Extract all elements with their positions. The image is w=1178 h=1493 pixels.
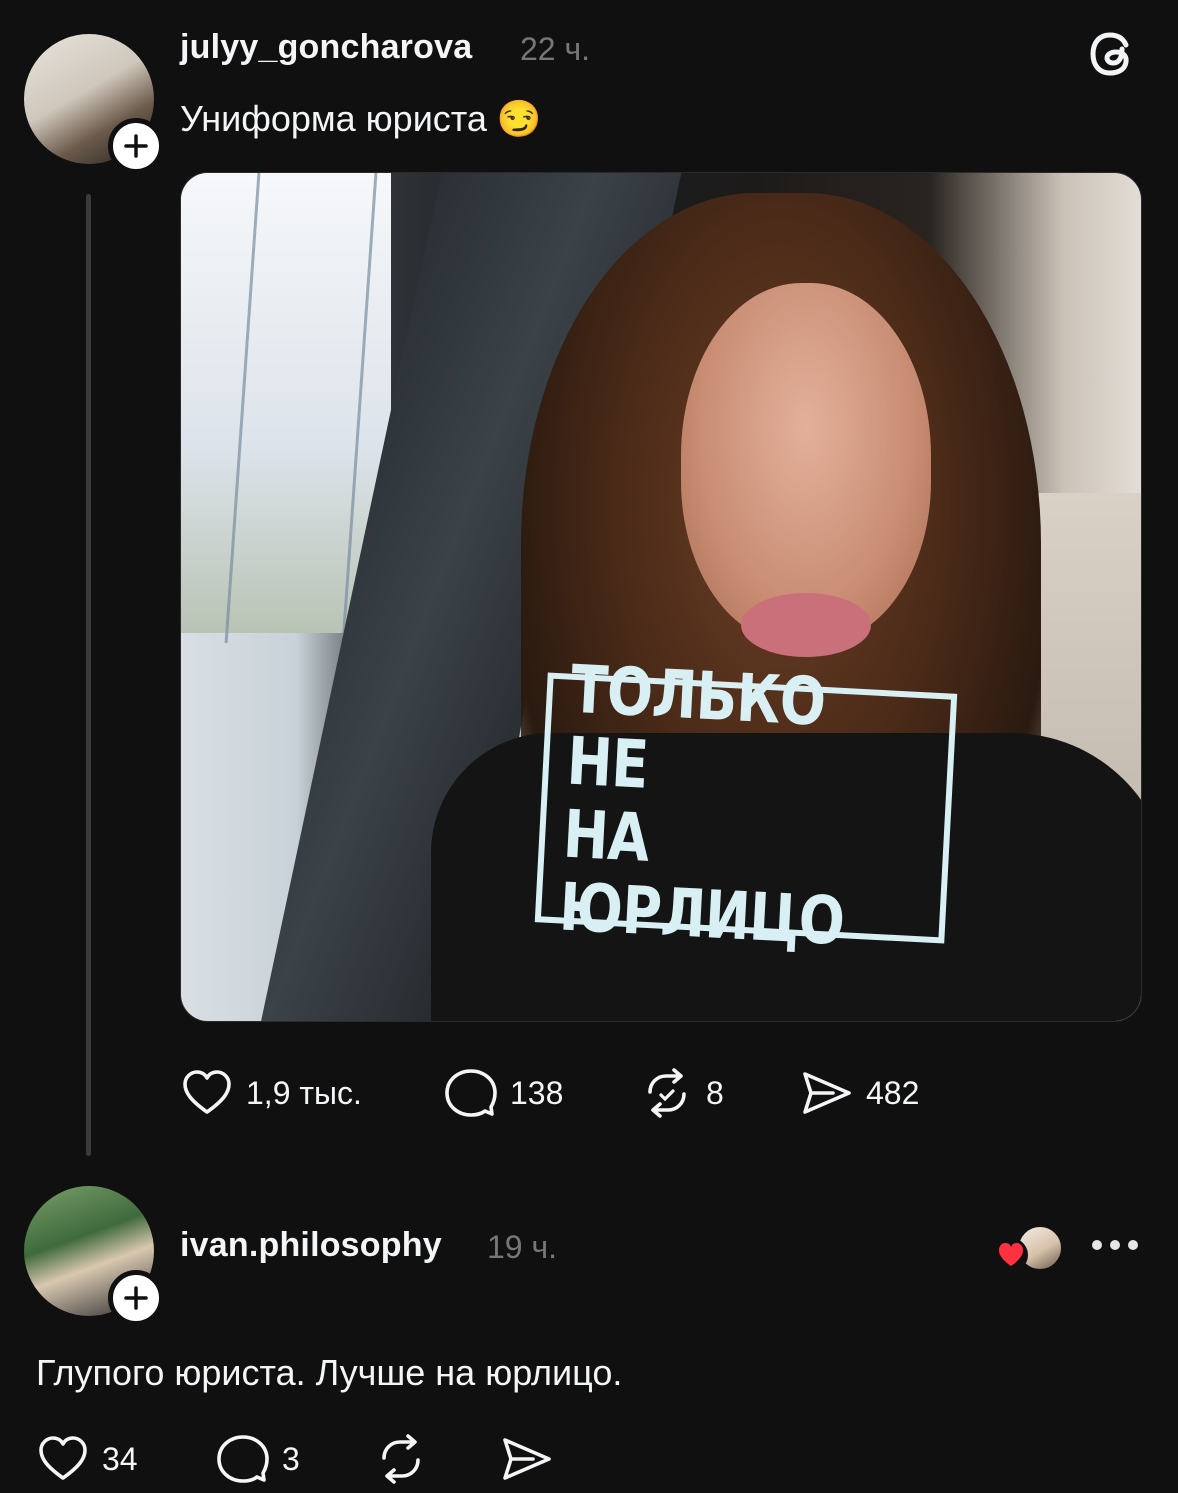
repost-icon <box>648 1068 686 1118</box>
more-icon-dot <box>1128 1240 1138 1250</box>
reply-text: Глупого юриста. Лучше на юрлицо. <box>36 1352 623 1393</box>
post-time: 22 ч. <box>520 31 591 67</box>
more-icon-dot <box>1110 1240 1120 1250</box>
reply-comment-button[interactable]: 3 <box>216 1432 300 1486</box>
comment-icon <box>217 1435 269 1483</box>
comment-button[interactable]: 138 <box>444 1066 563 1120</box>
liked-heart-icon <box>994 1238 1028 1272</box>
image-shirt-print: ТОЛЬКО НЕ НА ЮРЛИЦО <box>534 651 958 960</box>
image-face <box>681 283 931 643</box>
like-count: 1,9 тыс. <box>246 1074 362 1111</box>
reply-like-button[interactable]: 34 <box>36 1432 138 1486</box>
reply-comment-count: 3 <box>282 1440 300 1477</box>
share-button[interactable]: 482 <box>800 1066 919 1120</box>
share-count: 482 <box>866 1074 920 1111</box>
reply-time: 19 ч. <box>487 1229 558 1265</box>
thread-line <box>86 194 91 1156</box>
author-liked-indicator <box>994 1224 1068 1274</box>
plus-icon <box>124 1286 148 1310</box>
reply-repost-button[interactable] <box>374 1432 428 1486</box>
reply-like-count: 34 <box>102 1440 138 1477</box>
more-icon-dot <box>1092 1240 1102 1250</box>
heart-icon <box>183 1070 231 1114</box>
comment-icon <box>445 1069 497 1117</box>
repost-button[interactable]: 8 <box>640 1066 724 1120</box>
repost-icon <box>382 1434 420 1484</box>
shirt-text-line-2: НА ЮРЛИЦО <box>557 795 846 960</box>
shirt-text-line-1: ТОЛЬКО НЕ <box>565 650 828 805</box>
like-button[interactable]: 1,9 тыс. <box>180 1066 362 1120</box>
image-lips <box>741 593 871 657</box>
repost-count: 8 <box>706 1074 724 1111</box>
follow-button[interactable] <box>108 118 164 174</box>
post-text: Униформа юриста 😏 <box>180 98 542 139</box>
reply-share-button[interactable] <box>500 1432 554 1486</box>
post-image[interactable]: ТОЛЬКО НЕ НА ЮРЛИЦО <box>180 172 1142 1022</box>
reply-follow-button[interactable] <box>108 1270 164 1326</box>
post-username[interactable]: julyy_goncharova <box>180 28 472 67</box>
more-button[interactable] <box>1092 1240 1138 1250</box>
threads-logo-icon[interactable] <box>1086 26 1142 82</box>
plus-icon <box>124 134 148 158</box>
share-icon <box>803 1072 851 1114</box>
comment-count: 138 <box>510 1074 564 1111</box>
share-icon <box>503 1438 551 1480</box>
heart-icon <box>39 1436 87 1480</box>
reply-username[interactable]: ivan.philosophy <box>180 1226 442 1265</box>
